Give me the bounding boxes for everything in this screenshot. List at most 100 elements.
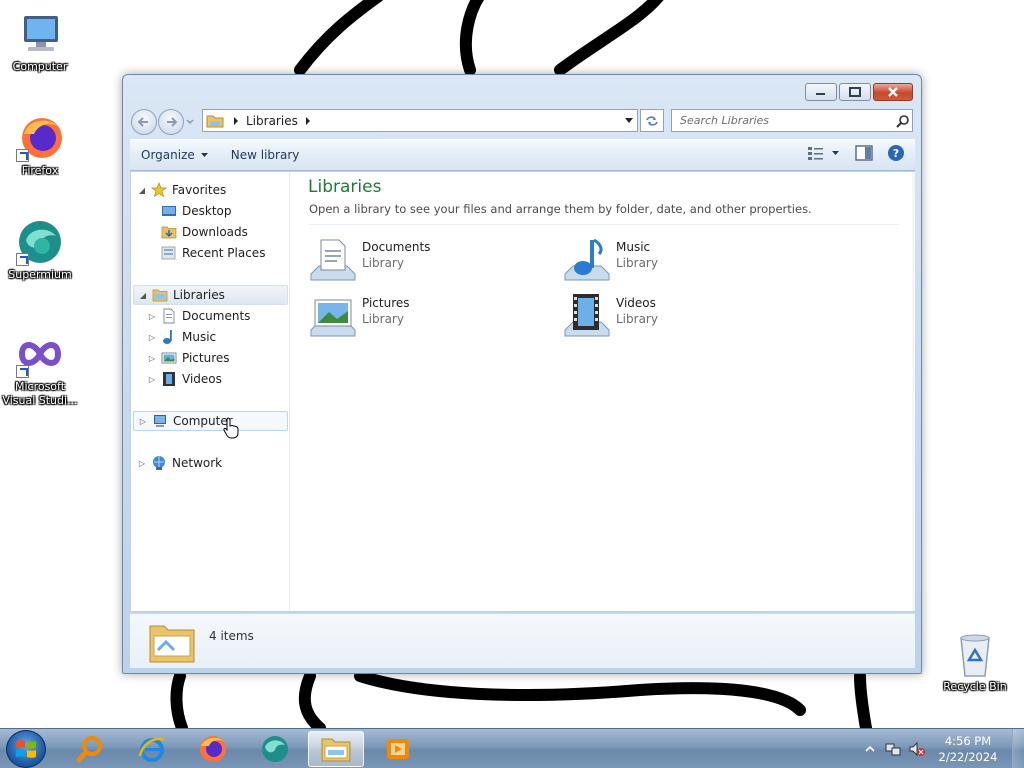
file-explorer-icon — [321, 738, 351, 762]
close-button[interactable] — [873, 83, 913, 101]
library-item-pictures[interactable]: Pictures Library — [309, 290, 529, 338]
taskbar-supermium[interactable] — [247, 731, 303, 767]
computer-icon — [154, 415, 166, 427]
organize-label: Organize — [141, 148, 195, 162]
svg-text:?: ? — [893, 147, 899, 160]
library-type: Library — [616, 256, 658, 270]
nav-item-downloads[interactable]: Downloads — [147, 222, 287, 242]
nav-item-recent-places[interactable]: Recent Places — [147, 243, 287, 263]
shortcut-arrow-icon — [16, 253, 29, 266]
new-library-button[interactable]: New library — [220, 143, 310, 167]
library-item-videos[interactable]: Videos Library — [563, 290, 783, 338]
navigation-pane[interactable]: ◢ Favorites Desktop Downloads Recent Pla… — [131, 172, 290, 611]
nav-item-pictures[interactable]: ▷ Pictures — [147, 348, 287, 368]
content-scroll-gutter — [912, 172, 915, 611]
address-bar[interactable]: Libraries — [202, 109, 638, 132]
help-icon[interactable]: ? — [887, 144, 905, 162]
divider — [309, 224, 899, 225]
explorer-window[interactable]: Libraries Organize New library — [122, 74, 922, 674]
pictures-icon — [161, 352, 177, 364]
collapsed-arrow-icon[interactable]: ▷ — [147, 375, 157, 384]
search-input[interactable] — [678, 111, 888, 130]
pictures-library-icon — [310, 299, 356, 337]
nav-item-videos[interactable]: ▷ Videos — [147, 369, 287, 389]
nav-label: Recent Places — [182, 246, 266, 260]
breadcrumb-separator-icon[interactable] — [230, 115, 242, 127]
taskbar-media-player[interactable] — [370, 731, 426, 767]
minimize-icon — [816, 93, 825, 95]
nav-label: Music — [182, 330, 217, 344]
nav-item-documents[interactable]: ▷ Documents — [147, 306, 287, 326]
refresh-button[interactable] — [640, 109, 664, 132]
view-controls: ? — [807, 144, 905, 162]
preview-pane-icon[interactable] — [855, 145, 873, 161]
expanded-arrow-icon[interactable]: ◢ — [137, 186, 147, 195]
expanded-arrow-icon[interactable]: ◢ — [138, 291, 148, 300]
start-button[interactable] — [6, 730, 46, 768]
nav-favorites[interactable]: ◢ Favorites — [137, 180, 287, 200]
library-item-documents[interactable]: Documents Library — [309, 234, 529, 282]
taskbar-internet-explorer[interactable] — [124, 731, 180, 767]
recycle-bin-icon — [960, 634, 990, 677]
nav-label: Favorites — [172, 183, 227, 197]
nav-label: Network — [172, 456, 223, 470]
taskbar-search-app[interactable] — [62, 731, 118, 767]
nav-label: Desktop — [182, 204, 232, 218]
back-button[interactable] — [131, 109, 157, 135]
taskbar: 4:56 PM 2/22/2024 — [0, 728, 1024, 768]
media-player-icon — [387, 739, 409, 759]
new-library-label: New library — [230, 148, 300, 162]
library-name: Videos — [616, 296, 656, 310]
search-icon[interactable] — [896, 114, 910, 128]
internet-explorer-icon — [138, 737, 165, 762]
breadcrumb-separator-icon[interactable] — [302, 115, 314, 127]
show-desktop-button[interactable] — [1012, 729, 1024, 768]
hand-cursor-icon — [223, 417, 239, 439]
change-view-button[interactable] — [807, 145, 841, 161]
minimize-button[interactable] — [805, 83, 837, 101]
forward-button[interactable] — [158, 109, 184, 135]
library-name: Documents — [362, 240, 431, 254]
library-type: Library — [362, 256, 404, 270]
library-type: Library — [616, 312, 658, 326]
show-hidden-icons-chevron-icon[interactable] — [864, 744, 876, 754]
desktop-computer-shortcut[interactable]: Computer — [0, 10, 80, 74]
nav-item-desktop[interactable]: Desktop — [147, 201, 287, 221]
nav-item-music[interactable]: ▷ Music — [147, 327, 287, 347]
collapsed-arrow-icon[interactable]: ▷ — [138, 417, 148, 426]
desktop-visual-studio-shortcut[interactable]: Microsoft Visual Studi... — [0, 330, 80, 408]
music-library-icon — [564, 238, 610, 281]
page-title: Libraries — [308, 177, 382, 197]
content-pane[interactable]: Libraries Open a library to see your fil… — [291, 172, 915, 611]
refresh-icon — [646, 115, 658, 126]
clock[interactable]: 4:56 PM 2/22/2024 — [938, 733, 998, 765]
desktop-icon-label: Recycle Bin — [943, 680, 1007, 693]
nav-label: Videos — [182, 372, 222, 386]
desktop-supermium-shortcut[interactable]: Supermium — [0, 218, 80, 282]
nav-libraries[interactable]: ◢ Libraries — [133, 285, 288, 305]
desktop-recycle-bin[interactable]: Recycle Bin — [935, 630, 1015, 694]
nav-label: Pictures — [182, 351, 230, 365]
collapsed-arrow-icon[interactable]: ▷ — [147, 333, 157, 342]
organize-button[interactable]: Organize — [130, 143, 220, 167]
taskbar-file-explorer[interactable] — [308, 731, 364, 767]
search-app-icon — [76, 736, 102, 763]
collapsed-arrow-icon[interactable]: ▷ — [137, 459, 147, 468]
clock-time: 4:56 PM — [944, 734, 992, 748]
nav-computer[interactable]: ▷ Computer — [133, 411, 288, 431]
library-item-music[interactable]: Music Library — [563, 234, 783, 282]
maximize-button[interactable] — [839, 83, 871, 101]
recent-pages-chevron-icon[interactable] — [185, 117, 195, 127]
libraries-folder-icon — [206, 115, 224, 127]
search-box[interactable] — [671, 109, 913, 132]
breadcrumb-libraries[interactable]: Libraries — [246, 114, 298, 128]
taskbar-firefox[interactable] — [185, 731, 241, 767]
collapsed-arrow-icon[interactable]: ▷ — [147, 312, 157, 321]
collapsed-arrow-icon[interactable]: ▷ — [147, 354, 157, 363]
network-status-icon[interactable] — [884, 740, 902, 758]
volume-muted-icon[interactable] — [908, 740, 926, 758]
chevron-down-icon — [625, 117, 633, 123]
nav-network[interactable]: ▷ Network — [137, 453, 287, 473]
address-history-dropdown[interactable] — [621, 110, 637, 131]
desktop-firefox-shortcut[interactable]: Firefox — [0, 114, 80, 178]
